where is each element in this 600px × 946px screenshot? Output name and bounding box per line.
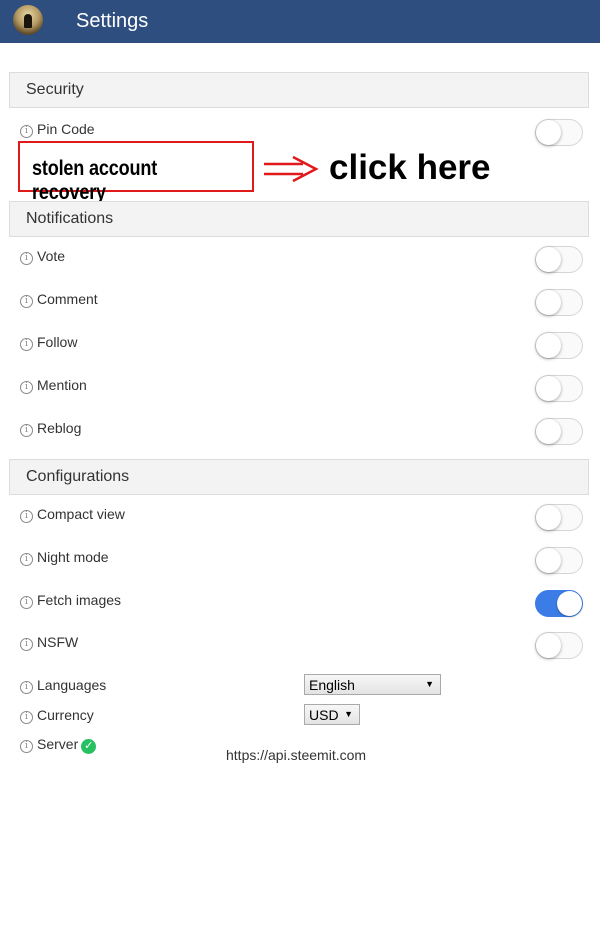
toggle-knob [536, 505, 561, 530]
recovery-box-text: stolen account recovery [32, 157, 158, 204]
night-mode-toggle[interactable] [535, 547, 583, 574]
toggle-knob [536, 333, 561, 358]
comment-row: i Comment [20, 291, 98, 308]
section-title: Configurations [26, 468, 130, 485]
info-icon[interactable]: i [20, 295, 33, 308]
comment-label: Comment [37, 291, 98, 307]
info-icon[interactable]: i [20, 252, 33, 265]
languages-select[interactable]: English ▼ [304, 674, 441, 695]
toggle-knob [536, 419, 561, 444]
double-arrow-right-icon [264, 155, 319, 183]
pin-code-label: Pin Code [37, 121, 95, 137]
compact-view-label: Compact view [37, 506, 125, 522]
section-security: Security [9, 72, 589, 108]
check-circle-icon: ✓ [81, 739, 97, 754]
app-header: Settings [0, 0, 600, 43]
toggle-knob [536, 247, 561, 272]
nsfw-toggle[interactable] [535, 632, 583, 659]
toggle-knob [536, 548, 561, 573]
toggle-knob [536, 120, 561, 145]
info-icon[interactable]: i [20, 638, 33, 651]
section-configurations: Configurations [9, 459, 589, 495]
server-row: i Server ✓ [20, 736, 97, 754]
night-mode-label: Night mode [37, 549, 109, 565]
fetch-images-row: i Fetch images [20, 592, 121, 609]
toggle-knob [536, 633, 561, 658]
languages-selected-value: English [309, 677, 355, 693]
mention-label: Mention [37, 377, 87, 393]
fetch-images-label: Fetch images [37, 592, 122, 608]
dropdown-arrow-icon: ▼ [344, 709, 353, 719]
stolen-account-recovery-box[interactable]: stolen account recovery [18, 141, 254, 204]
toggle-knob [557, 591, 582, 616]
info-icon[interactable]: i [20, 125, 33, 138]
follow-row: i Follow [20, 334, 77, 351]
info-icon[interactable]: i [20, 681, 33, 694]
info-icon[interactable]: i [20, 338, 33, 351]
mention-toggle[interactable] [535, 375, 583, 402]
comment-toggle[interactable] [535, 289, 583, 316]
pin-code-row: i Pin Code [20, 121, 95, 138]
currency-label: Currency [37, 707, 94, 723]
vote-row: i Vote [20, 248, 65, 265]
dropdown-arrow-icon: ▼ [425, 679, 434, 689]
vote-label: Vote [37, 248, 66, 264]
mention-row: i Mention [20, 377, 87, 394]
compact-view-toggle[interactable] [535, 504, 583, 531]
follow-label: Follow [37, 334, 78, 350]
fetch-images-toggle[interactable] [535, 590, 583, 617]
info-icon[interactable]: i [20, 510, 33, 523]
nsfw-row: i NSFW [20, 634, 78, 651]
reblog-toggle[interactable] [535, 418, 583, 445]
info-icon[interactable]: i [20, 381, 33, 394]
reblog-row: i Reblog [20, 420, 81, 437]
avatar-icon[interactable] [13, 5, 43, 35]
info-icon[interactable]: i [20, 596, 33, 609]
vote-toggle[interactable] [535, 246, 583, 273]
page-title: Settings [76, 10, 149, 32]
compact-view-row: i Compact view [20, 506, 125, 523]
follow-toggle[interactable] [535, 332, 583, 359]
toggle-knob [536, 290, 561, 315]
info-icon[interactable]: i [20, 711, 33, 724]
nsfw-label: NSFW [37, 634, 79, 650]
section-title: Security [26, 81, 84, 98]
reblog-label: Reblog [37, 420, 82, 436]
currency-select[interactable]: USD ▼ [304, 704, 360, 725]
currency-selected-value: USD [309, 707, 339, 723]
pin-code-toggle[interactable] [535, 119, 583, 146]
click-here-label: click here [329, 148, 491, 187]
server-url: https://api.steemit.com [226, 747, 367, 763]
info-icon[interactable]: i [20, 424, 33, 437]
toggle-knob [536, 376, 561, 401]
currency-row: i Currency [20, 707, 94, 724]
section-title: Notifications [26, 210, 114, 227]
section-notifications: Notifications [9, 201, 589, 237]
languages-row: i Languages [20, 677, 106, 694]
info-icon[interactable]: i [20, 553, 33, 566]
languages-label: Languages [37, 677, 107, 693]
server-label: Server [37, 736, 79, 752]
night-mode-row: i Night mode [20, 549, 109, 566]
info-icon[interactable]: i [20, 740, 33, 753]
